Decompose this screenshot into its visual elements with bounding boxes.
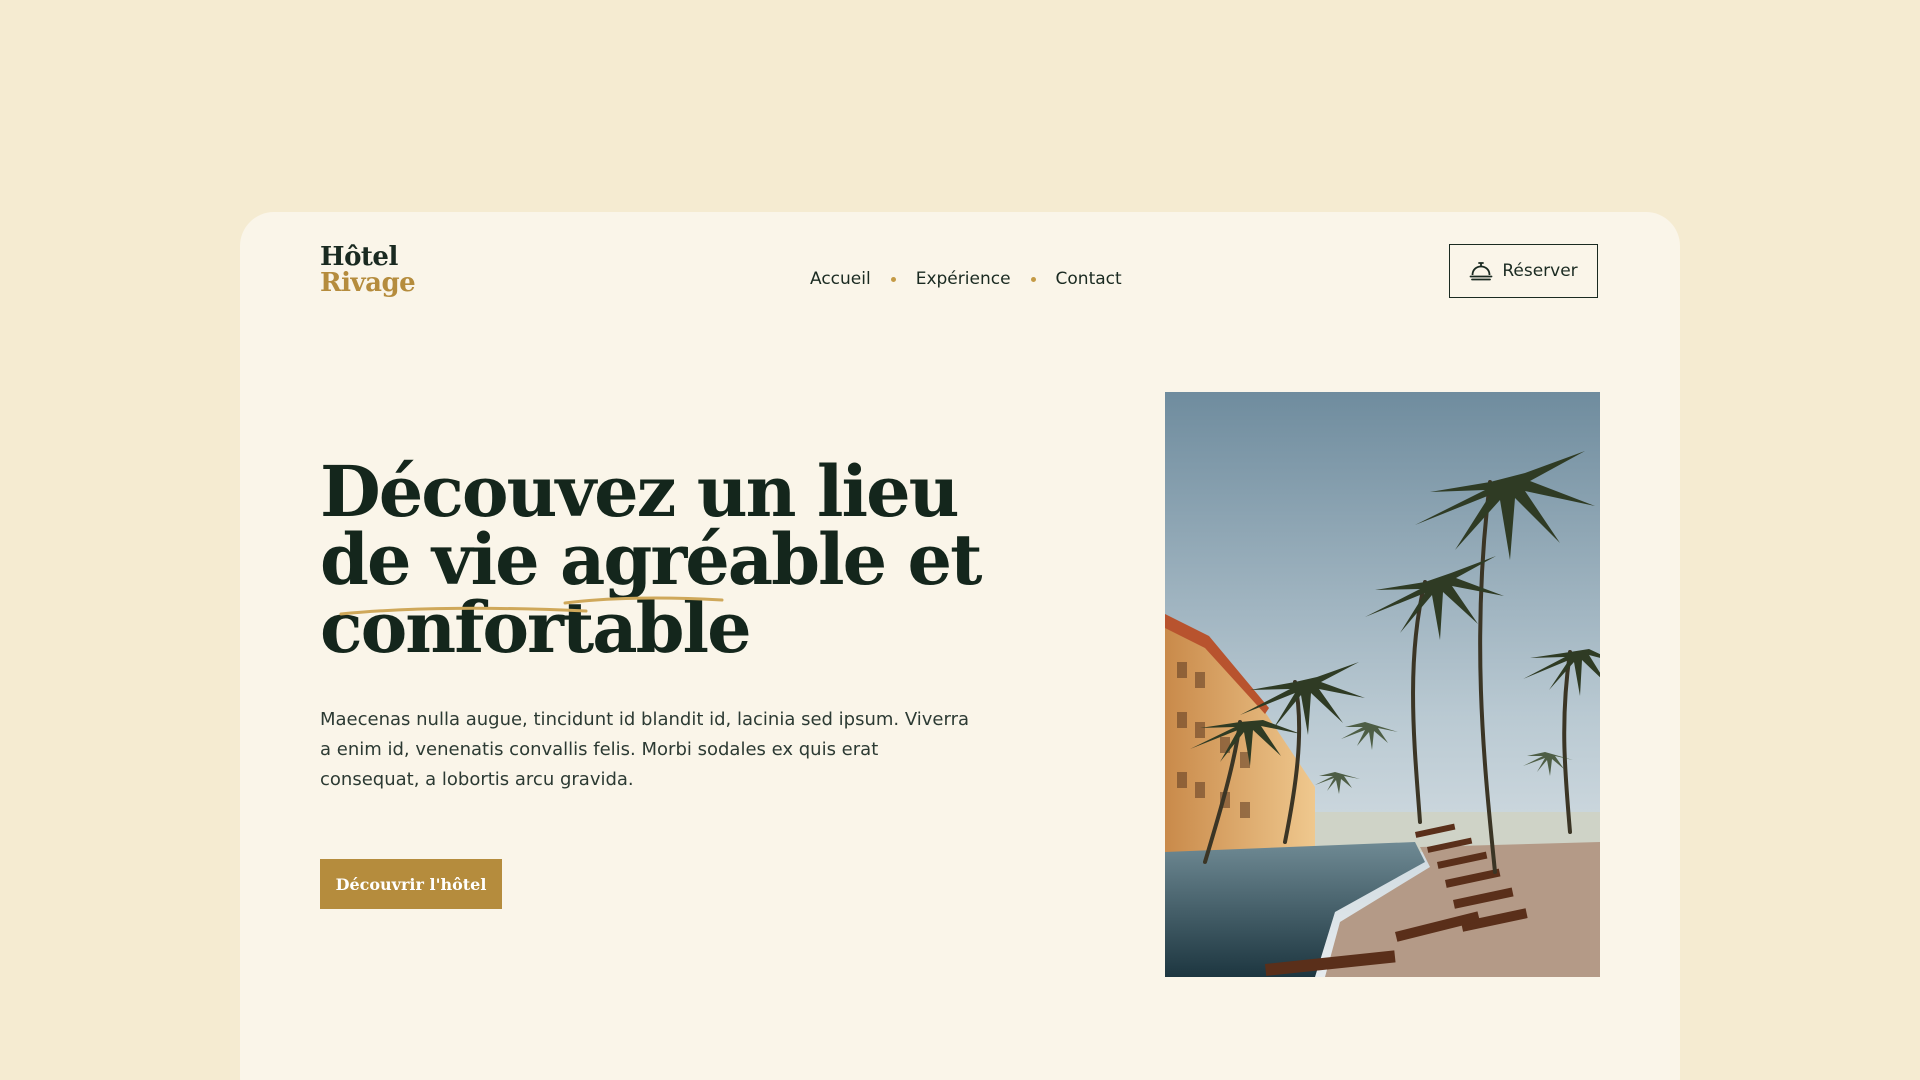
hero-description: Maecenas nulla augue, tincidunt id bland… xyxy=(320,709,970,790)
nav-item-accueil[interactable]: Accueil xyxy=(810,269,871,289)
reserve-button[interactable]: Réserver xyxy=(1449,244,1598,298)
logo-line-2: Rivage xyxy=(320,268,416,298)
hero-title-line-3: confortable xyxy=(320,586,752,669)
discover-hotel-button[interactable]: Découvrir l'hôtel xyxy=(320,859,502,909)
nav-separator-dot xyxy=(1030,276,1036,282)
hotel-logo[interactable]: Hôtel Rivage xyxy=(320,242,416,298)
nav-item-contact[interactable]: Contact xyxy=(1056,269,1122,289)
hotel-pool-photo xyxy=(1165,392,1600,977)
main-nav: Accueil Expérience Contact xyxy=(810,262,1122,296)
nav-item-experience[interactable]: Expérience xyxy=(916,269,1011,289)
hero-title-line-1: Découvez un lieu xyxy=(320,450,960,533)
service-bell-icon xyxy=(1469,261,1493,281)
hero-card: Hôtel Rivage Accueil Expérience Contact … xyxy=(240,212,1680,1080)
logo-line-1: Hôtel xyxy=(320,242,398,272)
hero-title-line-2: de vie agréable et xyxy=(320,518,982,601)
nav-separator-dot xyxy=(890,276,896,282)
reserve-button-label: Réserver xyxy=(1502,261,1578,281)
hero-title: Découvez un lieu de vie agréable et conf… xyxy=(320,450,1020,669)
